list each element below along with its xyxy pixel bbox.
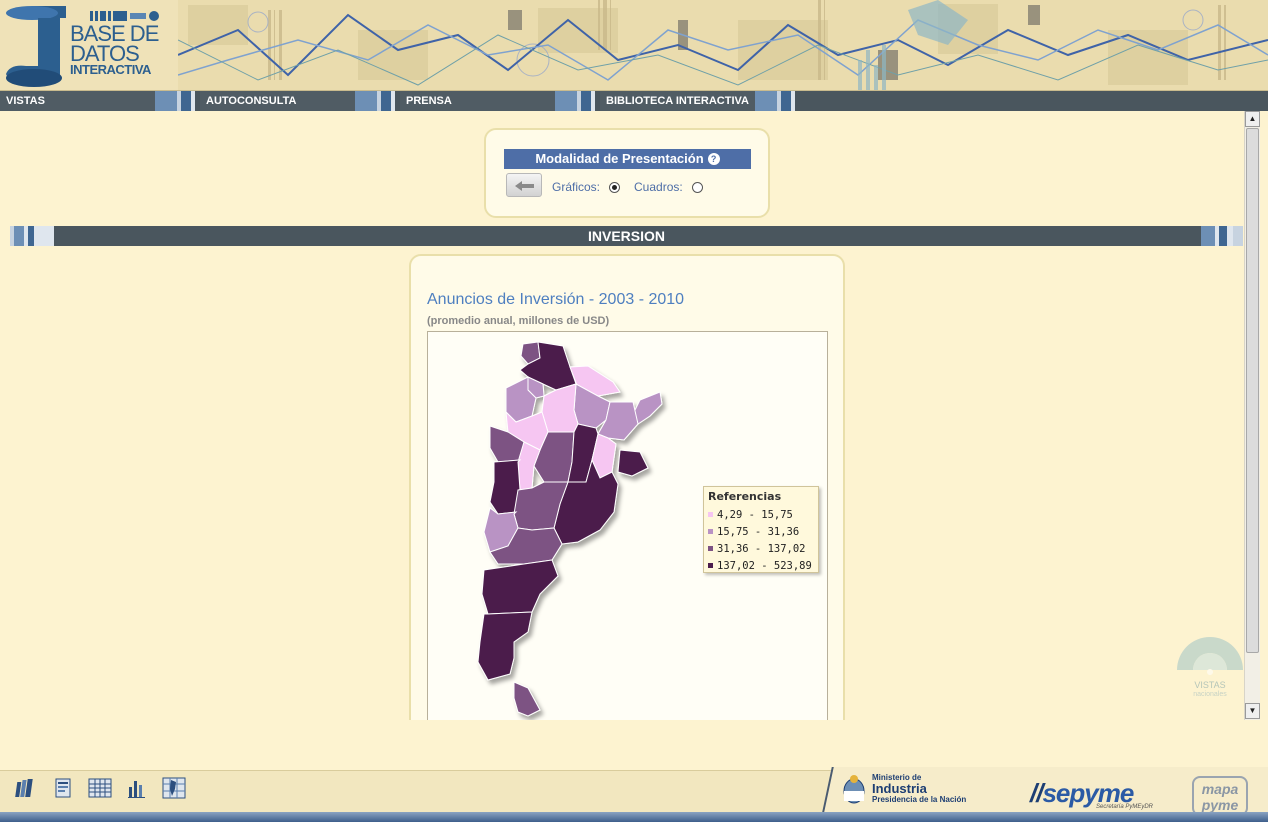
- nav-stripes: [355, 91, 395, 111]
- map-panel: Anuncios de Inversión - 2003 - 2010 (pro…: [409, 254, 845, 734]
- legend-item: 31,36 - 137,02: [708, 540, 814, 557]
- vertical-scrollbar[interactable]: ▲ ▼: [1244, 111, 1260, 720]
- map-frame: Referencias 4,29 - 15,75 15,75 - 31,36 3…: [427, 331, 828, 731]
- nav-item-biblioteca[interactable]: BIBLIOTECA INTERACTIVA: [600, 91, 795, 111]
- nav-stripes: [155, 91, 195, 111]
- scroll-down-button[interactable]: ▼: [1245, 703, 1260, 719]
- nav-item-autoconsulta[interactable]: AUTOCONSULTA: [200, 91, 395, 111]
- vistas-nacionales-badge[interactable]: VISTAS nacionales: [1175, 636, 1245, 700]
- logo-text: BASE DE DATOS INTERACTIVA: [70, 21, 159, 78]
- nav-stripes: [555, 91, 595, 111]
- legend-item: 137,02 - 523,89: [708, 557, 814, 574]
- province-santiago[interactable]: [541, 383, 579, 433]
- legend-item: 15,75 - 31,36: [708, 523, 814, 540]
- bar-chart-icon[interactable]: [125, 776, 149, 800]
- mapa-pyme-logo[interactable]: mapa pyme: [1192, 776, 1248, 816]
- map-title: Anuncios de Inversión - 2003 - 2010: [427, 291, 685, 308]
- option-graficos-label: Gráficos:: [552, 180, 601, 194]
- svg-text:nacionales: nacionales: [1193, 691, 1227, 698]
- question-icon[interactable]: ?: [707, 153, 720, 165]
- province-chubut[interactable]: [481, 559, 559, 615]
- modalidad-panel: Modalidad de Presentación? Gráficos: Cua…: [484, 128, 770, 218]
- nav-item-label: BIBLIOTECA INTERACTIVA: [600, 91, 755, 111]
- radio-cuadros[interactable]: [691, 181, 703, 193]
- header-banner: BASE DE DATOS INTERACTIVA: [0, 0, 1268, 91]
- section-title: INVERSION: [587, 228, 665, 244]
- sepyme-logo[interactable]: //sepyme Secretaría PyMEyDR: [1030, 778, 1153, 810]
- legend-swatch: [708, 546, 713, 551]
- province-tierra-del-fuego[interactable]: [513, 681, 541, 717]
- logo[interactable]: BASE DE DATOS INTERACTIVA: [4, 2, 176, 90]
- back-button[interactable]: [506, 173, 542, 197]
- page-bottom-area: [0, 720, 1268, 770]
- province-uruguay-shape[interactable]: [617, 449, 649, 477]
- coat-of-arms-icon: [843, 775, 865, 804]
- vistas-nacionales-icon: VISTAS nacionales: [1177, 637, 1243, 698]
- presentation-options: Gráficos: Cuadros:: [552, 180, 717, 194]
- scroll-thumb[interactable]: [1246, 128, 1259, 653]
- main-nav: VISTAS AUTOCONSULTA PRENSA BIBLIOTECA IN…: [0, 91, 1268, 111]
- svg-text:VISTAS: VISTAS: [1194, 680, 1225, 690]
- footer-toolbar: [14, 776, 186, 800]
- books-icon[interactable]: [14, 776, 38, 800]
- option-cuadros-label: Cuadros:: [634, 180, 683, 194]
- province-santa-cruz[interactable]: [477, 611, 533, 681]
- legend-swatch: [708, 512, 713, 517]
- document-icon[interactable]: [51, 776, 75, 800]
- radio-graficos[interactable]: [609, 181, 621, 193]
- ministerio-logo[interactable]: Ministerio de Industria Presidencia de l…: [842, 773, 967, 805]
- legend-item: 4,29 - 15,75: [708, 506, 814, 523]
- section-header: INVERSION: [10, 226, 1243, 246]
- province-misiones[interactable]: [633, 391, 663, 425]
- scroll-up-button[interactable]: ▲: [1245, 111, 1260, 127]
- nav-item-prensa[interactable]: PRENSA: [400, 91, 595, 111]
- map-subtitle: (promedio anual, millones de USD): [427, 315, 610, 327]
- arrow-left-icon: [515, 181, 534, 191]
- table-icon[interactable]: [88, 776, 112, 800]
- nav-stripes: [755, 91, 795, 111]
- map-legend: Referencias 4,29 - 15,75 15,75 - 31,36 3…: [703, 486, 819, 573]
- banner-collage-image: [178, 0, 1268, 90]
- ministerio-text: Ministerio de Industria Presidencia de l…: [872, 773, 967, 805]
- footer-bottom-stripe: [0, 812, 1268, 822]
- map-grid-icon[interactable]: [162, 776, 186, 800]
- legend-title: Referencias: [708, 490, 782, 503]
- section-stripes-right: [1201, 226, 1243, 246]
- modalidad-title: Modalidad de Presentación?: [504, 149, 751, 169]
- nav-item-vistas[interactable]: VISTAS: [0, 91, 195, 111]
- sepyme-bars-icon: //: [1030, 778, 1043, 808]
- legend-swatch: [708, 563, 713, 568]
- nav-item-label: AUTOCONSULTA: [200, 91, 355, 111]
- nav-item-label: VISTAS: [0, 91, 155, 111]
- nav-item-label: PRENSA: [400, 91, 555, 111]
- legend-swatch: [708, 529, 713, 534]
